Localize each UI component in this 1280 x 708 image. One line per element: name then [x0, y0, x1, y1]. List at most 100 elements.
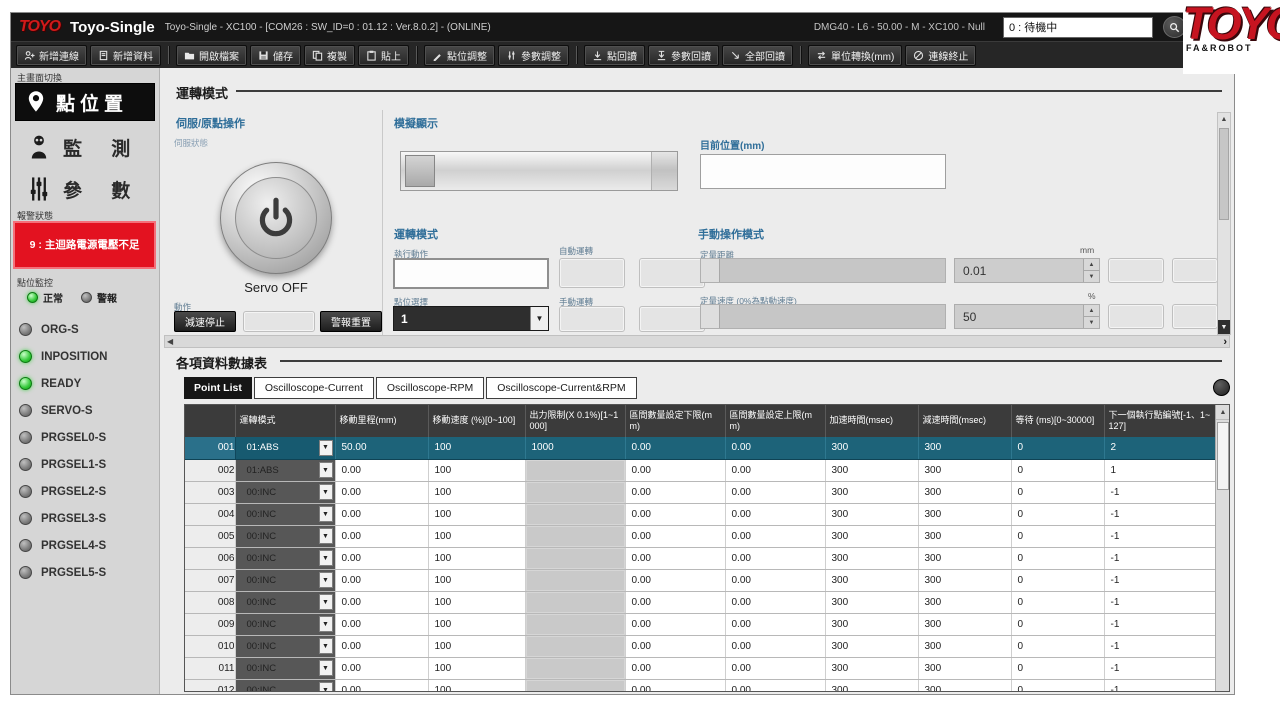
accel-cell[interactable]: 300 [825, 613, 918, 635]
panel-horizontal-scrollbar[interactable]: ◀ › [164, 335, 1230, 348]
next-cell[interactable]: -1 [1104, 481, 1215, 503]
thrust-cell[interactable]: 1000 [525, 437, 625, 459]
decel-cell[interactable]: 300 [918, 591, 1011, 613]
upper-cell[interactable]: 0.00 [725, 657, 825, 679]
mode-cell[interactable]: 00:INC▼ [235, 481, 335, 503]
decel-cell[interactable]: 300 [918, 437, 1011, 459]
toolbar-button-2-1[interactable]: 參數調整 [498, 45, 569, 66]
mode-cell[interactable]: 00:INC▼ [235, 503, 335, 525]
mode-dropdown[interactable]: 01:ABS▼ [242, 437, 335, 459]
decel-cell[interactable]: 300 [918, 481, 1011, 503]
upper-cell[interactable]: 0.00 [725, 635, 825, 657]
alarm-reset-button[interactable]: 警報重置 [320, 311, 382, 332]
decel-cell[interactable]: 300 [918, 679, 1011, 692]
mode-dropdown[interactable]: 00:INC▼ [242, 592, 335, 613]
row-number-cell[interactable]: 007 [185, 569, 235, 591]
accel-cell[interactable]: 300 [825, 635, 918, 657]
table-row-008[interactable]: 00800:INC▼0.001000.000.003003000-1 [185, 591, 1215, 613]
speed-cell[interactable]: 100 [428, 437, 525, 459]
speed-cell[interactable]: 100 [428, 591, 525, 613]
distance-slider[interactable] [700, 258, 946, 283]
signal-org-s[interactable]: ORG-S [19, 316, 155, 343]
table-menu-icon[interactable] [1213, 379, 1230, 396]
toolbar-button-3-1[interactable]: 參數回讀 [648, 45, 719, 66]
table-row-005[interactable]: 00500:INC▼0.001000.000.003003000-1 [185, 525, 1215, 547]
table-row-002[interactable]: 00201:ABS▼0.001000.000.0030030001 [185, 459, 1215, 481]
row-number-cell[interactable]: 010 [185, 635, 235, 657]
chevron-down-icon[interactable]: ▼ [530, 307, 548, 330]
upper-cell[interactable]: 0.00 [725, 481, 825, 503]
mode-dropdown[interactable]: 00:INC▼ [242, 504, 335, 525]
mode-cell[interactable]: 00:INC▼ [235, 657, 335, 679]
upper-cell[interactable]: 0.00 [725, 459, 825, 481]
lower-cell[interactable]: 0.00 [625, 679, 725, 692]
wait-cell[interactable]: 0 [1011, 613, 1104, 635]
mode-cell[interactable]: 00:INC▼ [235, 525, 335, 547]
chevron-down-icon[interactable]: ▼ [319, 462, 333, 478]
speed-cell[interactable]: 100 [428, 569, 525, 591]
chevron-down-icon[interactable]: ▼ [319, 594, 333, 610]
chevron-down-icon[interactable]: ▼ [319, 484, 333, 500]
distance-cell[interactable]: 0.00 [335, 591, 428, 613]
signal-inposition[interactable]: INPOSITION [19, 343, 155, 370]
distance-cell[interactable]: 0.00 [335, 459, 428, 481]
mode-dropdown[interactable]: 00:INC▼ [242, 482, 335, 503]
scroll-thumb[interactable] [1217, 422, 1229, 490]
sidebar-item-point-position[interactable]: 點位置 [15, 83, 155, 121]
next-cell[interactable]: -1 [1104, 635, 1215, 657]
wait-cell[interactable]: 0 [1011, 657, 1104, 679]
chevron-down-icon[interactable]: ▼ [319, 682, 333, 692]
lower-cell[interactable]: 0.00 [625, 525, 725, 547]
mode-cell[interactable]: 00:INC▼ [235, 547, 335, 569]
mode-dropdown[interactable]: 00:INC▼ [242, 614, 335, 635]
lower-cell[interactable]: 0.00 [625, 613, 725, 635]
scroll-thumb[interactable] [1219, 128, 1229, 220]
tab-oscilloscope-rpm[interactable]: Oscilloscope-RPM [376, 377, 484, 399]
decel-cell[interactable]: 300 [918, 459, 1011, 481]
chevron-down-icon[interactable]: ▼ [319, 572, 333, 588]
next-cell[interactable]: -1 [1104, 591, 1215, 613]
table-row-011[interactable]: 01100:INC▼0.001000.000.003003000-1 [185, 657, 1215, 679]
upper-cell[interactable]: 0.00 [725, 679, 825, 692]
upper-cell[interactable]: 0.00 [725, 591, 825, 613]
mode-cell[interactable]: 01:ABS▼ [235, 437, 335, 459]
next-cell[interactable]: -1 [1104, 525, 1215, 547]
next-cell[interactable]: -1 [1104, 679, 1215, 692]
upper-cell[interactable]: 0.00 [725, 437, 825, 459]
row-number-cell[interactable]: 003 [185, 481, 235, 503]
wait-cell[interactable]: 0 [1011, 547, 1104, 569]
row-number-cell[interactable]: 004 [185, 503, 235, 525]
speed-cell[interactable]: 100 [428, 459, 525, 481]
decel-cell[interactable]: 300 [918, 657, 1011, 679]
table-row-009[interactable]: 00900:INC▼0.001000.000.003003000-1 [185, 613, 1215, 635]
wait-cell[interactable]: 0 [1011, 503, 1104, 525]
sidebar-item-monitor[interactable]: 監 測 [15, 128, 155, 166]
accel-cell[interactable]: 300 [825, 437, 918, 459]
row-number-cell[interactable]: 002 [185, 459, 235, 481]
chevron-down-icon[interactable]: ▼ [319, 616, 333, 632]
table-scrollbar[interactable]: ▲ [1215, 405, 1230, 692]
row-number-cell[interactable]: 011 [185, 657, 235, 679]
accel-cell[interactable]: 300 [825, 657, 918, 679]
next-cell[interactable]: -1 [1104, 503, 1215, 525]
table-row-004[interactable]: 00400:INC▼0.001000.000.003003000-1 [185, 503, 1215, 525]
wait-cell[interactable]: 0 [1011, 481, 1104, 503]
signal-prgsel4-s[interactable]: PRGSEL4-S [19, 532, 155, 559]
scroll-right-icon[interactable]: › [1223, 336, 1227, 347]
upper-cell[interactable]: 0.00 [725, 525, 825, 547]
decel-cell[interactable]: 300 [918, 613, 1011, 635]
scroll-left-icon[interactable]: ◀ [167, 336, 173, 347]
mode-cell[interactable]: 00:INC▼ [235, 613, 335, 635]
distance-cell[interactable]: 0.00 [335, 679, 428, 692]
decel-cell[interactable]: 300 [918, 503, 1011, 525]
lower-cell[interactable]: 0.00 [625, 459, 725, 481]
next-cell[interactable]: -1 [1104, 569, 1215, 591]
next-cell[interactable]: -1 [1104, 657, 1215, 679]
table-row-012[interactable]: 01200:INC▼0.001000.000.003003000-1 [185, 679, 1215, 692]
accel-cell[interactable]: 300 [825, 547, 918, 569]
row-number-cell[interactable]: 009 [185, 613, 235, 635]
signal-prgsel3-s[interactable]: PRGSEL3-S [19, 505, 155, 532]
sidebar-item-parameters[interactable]: 參 數 [15, 170, 155, 208]
upper-cell[interactable]: 0.00 [725, 547, 825, 569]
mode-dropdown[interactable]: 00:INC▼ [242, 680, 335, 693]
